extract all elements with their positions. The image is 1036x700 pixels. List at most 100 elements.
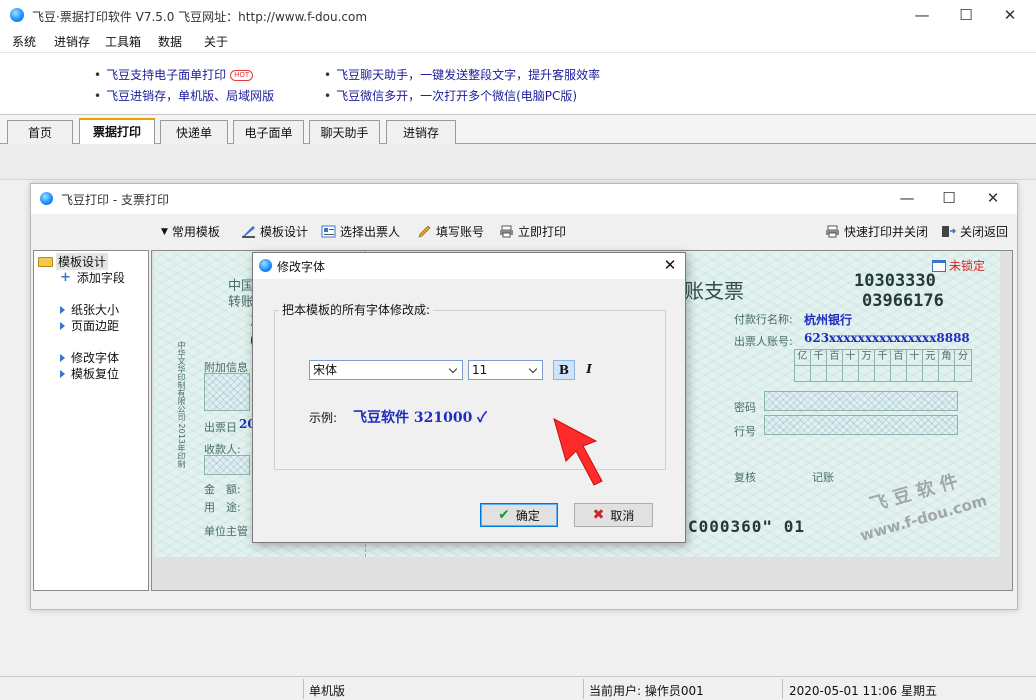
close-button[interactable]: ✕ <box>990 4 1030 28</box>
menu-system[interactable]: 系统 <box>12 33 36 50</box>
digit-unit: 分 <box>958 351 968 362</box>
tree-item-label: 修改字体 <box>71 351 120 365</box>
digit-unit: 千 <box>811 350 827 365</box>
cheque-code-2: 03966176 <box>862 291 944 311</box>
ad-link-inventory[interactable]: 飞豆进销存，单机版、局域网版 <box>94 87 274 104</box>
cheque-type-fragment: 转账 <box>228 295 255 310</box>
digit-unit: 百 <box>891 350 907 365</box>
tab-chat-assistant[interactable]: 聊天助手 <box>309 120 380 145</box>
tab-inventory[interactable]: 进销存 <box>386 120 456 145</box>
stub-use-label: 用 途: <box>204 501 241 514</box>
modify-font-dialog: 修改字体 ✕ 把本模板的所有字体修改成: 宋体 11 B I 示例: 飞豆软件 … <box>252 252 686 543</box>
menu-toolbox[interactable]: 工具箱 <box>105 33 141 50</box>
menu-about[interactable]: 关于 <box>204 33 228 50</box>
app-logo-icon <box>10 8 24 22</box>
dialog-title: 修改字体 <box>277 260 326 274</box>
toolbar-label: 填写账号 <box>436 225 485 239</box>
tree-item-label: 页面边距 <box>71 319 120 333</box>
toolbar: ▼ 常用模板 模板设计 选择出票人 填写账号 立即打印 快速打印并关闭 关闭返回 <box>31 218 1017 246</box>
menu-data[interactable]: 数据 <box>158 33 182 50</box>
triangle-right-icon <box>60 353 65 362</box>
tree-item-page-margin[interactable]: 页面边距 <box>60 317 119 334</box>
status-separator <box>303 679 304 699</box>
inner-close-button[interactable]: ✕ <box>973 187 1013 211</box>
status-separator <box>583 679 584 699</box>
fill-account-button[interactable]: 填写账号 <box>417 223 484 240</box>
digit-unit: 亿 <box>795 350 811 365</box>
password-field <box>764 391 958 411</box>
title-bar: 飞豆·票据打印软件 V7.5.0 飞豆网址：http://www.f-dou.c… <box>0 0 1036 32</box>
tab-express[interactable]: 快递单 <box>160 120 228 145</box>
digit-unit: 百 <box>827 350 843 365</box>
font-size-select[interactable]: 11 <box>468 360 543 380</box>
tree-item-add-field[interactable]: + 添加字段 <box>60 269 125 286</box>
stub-date-label: 出票日 <box>204 421 237 434</box>
cheque-code-1: 10303330 <box>854 271 936 291</box>
stub-extra-info-field <box>204 373 250 411</box>
dialog-close-button[interactable]: ✕ <box>655 253 685 279</box>
stub-amount-label: 金 额: <box>204 483 241 496</box>
design-ruler-icon <box>241 225 256 238</box>
lock-status[interactable]: 未锁定 <box>932 257 985 274</box>
micr-line: C000360" 01 <box>688 517 805 536</box>
bold-toggle[interactable]: B <box>553 360 575 380</box>
tree-item-modify-font[interactable]: 修改字体 <box>60 349 119 366</box>
menu-inventory[interactable]: 进销存 <box>54 33 90 50</box>
tree-item-paper-size[interactable]: 纸张大小 <box>60 301 119 318</box>
font-name-select[interactable]: 宋体 <box>309 360 463 380</box>
window-title: 飞豆·票据打印软件 V7.5.0 飞豆网址：http://www.f-dou.c… <box>32 10 368 24</box>
calendar-icon <box>932 259 946 272</box>
quick-print-close-button[interactable]: 快速打印并关闭 <box>825 223 928 240</box>
status-user: 当前用户: 操作员001 <box>589 684 704 698</box>
cheque-title-fragment: 账支票 <box>684 279 744 303</box>
inner-minimize-button[interactable]: — <box>887 187 927 211</box>
triangle-right-icon <box>60 321 65 330</box>
cancel-button[interactable]: ✖ 取消 <box>574 503 653 527</box>
print-now-button[interactable]: 立即打印 <box>499 223 566 240</box>
inner-window-title: 飞豆打印 - 支票打印 <box>61 193 169 207</box>
tree-root-template-design[interactable]: 模板设计 <box>38 253 109 270</box>
sample-label: 示例: <box>309 411 338 425</box>
tree-item-label: 模板复位 <box>71 367 120 381</box>
status-datetime: 2020-05-01 11:06 星期五 <box>789 684 937 698</box>
plus-icon: + <box>60 269 71 285</box>
tab-home[interactable]: 首页 <box>7 120 73 145</box>
payee-bank-value: 杭州银行 <box>804 313 853 327</box>
ad-link-eorder[interactable]: 飞豆支持电子面单打印HOT <box>94 66 254 83</box>
digit-unit: 千 <box>875 350 891 365</box>
ad-link-wechat[interactable]: 飞豆微信多开，一次打开多个微信(电脑PC版) <box>324 87 577 104</box>
account-value: 623xxxxxxxxxxxxxxx8888 <box>804 331 970 345</box>
minimize-button[interactable]: — <box>902 4 942 28</box>
common-templates-button[interactable]: ▼ 常用模板 <box>161 223 220 240</box>
triangle-right-icon <box>60 305 65 314</box>
digit-unit: 万 <box>859 350 875 365</box>
amount-digit-header: 亿 千 百 十 万 千 百 十 元 角 分 <box>794 349 972 366</box>
folder-icon <box>38 256 53 267</box>
x-mark-icon: ✖ <box>592 507 605 523</box>
inner-maximize-button[interactable]: ☐ <box>929 187 969 211</box>
payee-bank-label: 付款行名称: <box>734 313 793 326</box>
content-band <box>0 144 1036 180</box>
template-design-button[interactable]: 模板设计 <box>241 223 308 240</box>
account-label: 出票人账号: <box>734 335 793 348</box>
status-mode: 单机版 <box>309 684 346 698</box>
template-design-tree: 模板设计 + 添加字段 纸张大小 页面边距 修改字体 模板复位 <box>33 250 149 591</box>
bookkeep-label: 记账 <box>812 471 834 484</box>
status-bar: 单机版 当前用户: 操作员001 2020-05-01 11:06 星期五 <box>0 676 1036 700</box>
digit-unit: 十 <box>843 350 859 365</box>
tab-receipt-print[interactable]: 票据打印 <box>79 118 155 146</box>
select-drawer-button[interactable]: 选择出票人 <box>321 223 400 240</box>
toolbar-label: 模板设计 <box>260 225 309 239</box>
close-return-button[interactable]: 关闭返回 <box>941 223 1008 240</box>
toolbar-label: 立即打印 <box>518 225 567 239</box>
tab-e-waybill[interactable]: 电子面单 <box>233 120 304 145</box>
ad-link-chat[interactable]: 飞豆聊天助手，一键发送整段文字，提升客服效率 <box>324 66 600 83</box>
digit-unit: 元 <box>923 350 939 365</box>
ok-button[interactable]: ✔ 确定 <box>480 503 558 527</box>
maximize-button[interactable]: ☐ <box>946 4 986 28</box>
italic-toggle[interactable]: I <box>578 360 600 380</box>
printer-icon <box>825 225 840 238</box>
tree-item-label: 添加字段 <box>76 271 125 285</box>
menu-bar: 系统 进销存 工具箱 数据 关于 <box>0 32 1036 52</box>
tree-item-template-reset[interactable]: 模板复位 <box>60 365 119 382</box>
